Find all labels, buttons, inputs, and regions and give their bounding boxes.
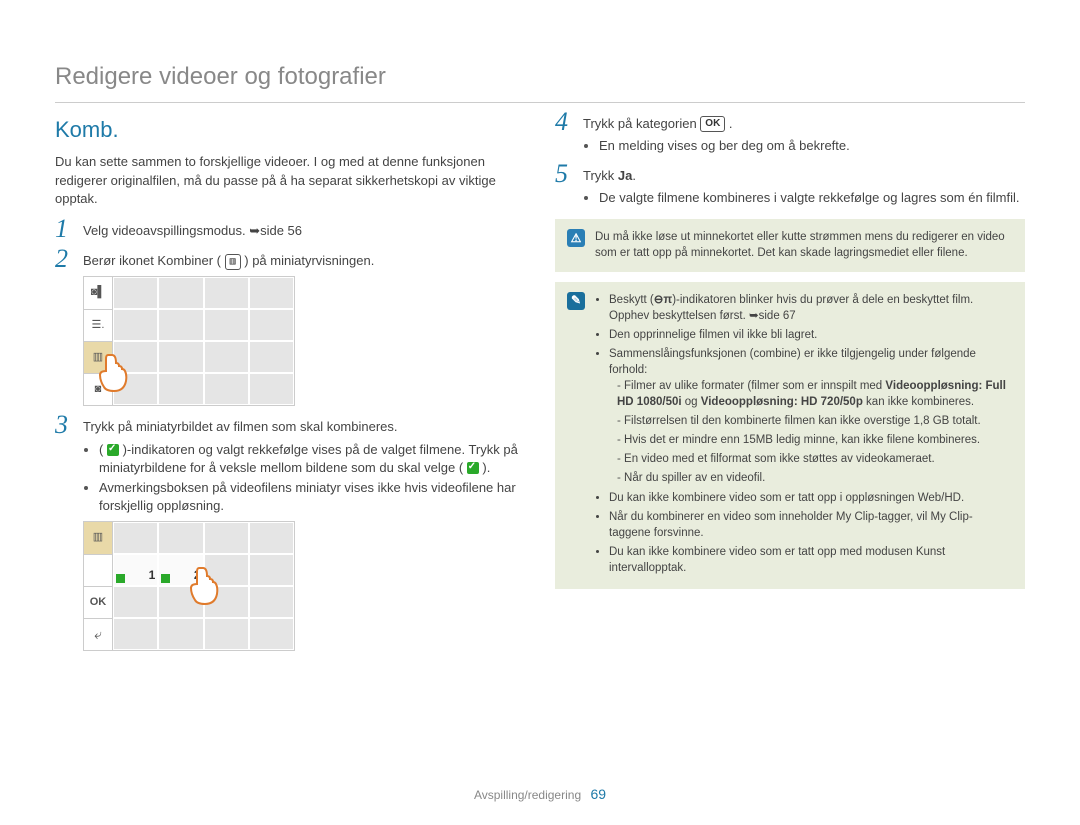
info-sub-unsupported: En video med et filformat som ikke støtt…	[617, 451, 1013, 467]
info-sub-format: Filmer av ulike formater (filmer som er …	[617, 378, 1013, 410]
info-icon: ✎	[567, 292, 585, 310]
warning-text: Du må ikke løse ut minnekortet eller kut…	[595, 229, 1013, 261]
screenshot-2-grid: 1 2	[113, 522, 294, 650]
selected-number-1: 1	[149, 567, 156, 584]
step-2: Berør ikonet Kombiner ( ▥ ) på miniatyrv…	[55, 252, 525, 406]
info-item-combine-na: Sammenslåingsfunksjonen (combine) er ikk…	[609, 346, 1013, 487]
step-3: Trykk på miniatyrbildet av filmen som sk…	[55, 418, 525, 651]
info-content: Beskytt (⊖π)-indikatoren blinker hvis du…	[595, 292, 1013, 580]
screenshot-1-sidebar: ◙▌ ☰. ▥ ◙	[84, 277, 113, 405]
page-number: 69	[590, 786, 606, 802]
selected-indicator	[116, 574, 125, 583]
step-2-text-b: ) på miniatyrvisningen.	[244, 253, 374, 268]
step-3-sub-b: Avmerkingsboksen på videofilens miniatyr…	[99, 479, 525, 515]
step-3-lead: Trykk på miniatyrbildet av filmen som sk…	[83, 419, 398, 434]
intro-text: Du kan sette sammen to forskjellige vide…	[55, 153, 525, 208]
screenshot-1-grid	[113, 277, 294, 405]
info-sub-playing: Når du spiller av en videofil.	[617, 470, 1013, 486]
ja-label: Ja	[618, 168, 632, 183]
screenshot-2-sidebar: ▥ OK ⤶	[84, 522, 113, 650]
screenshot-1: ◙▌ ☰. ▥ ◙	[83, 276, 295, 406]
check-icon	[107, 444, 119, 456]
step-list-continued: Trykk på kategorien OK . En melding vise…	[555, 115, 1025, 208]
info-item-art: Du kan ikke kombinere video som er tatt …	[609, 544, 1013, 576]
step-1: Velg videoavspillingsmodus. ➥side 56	[55, 222, 525, 240]
screenshot-2: ▥ OK ⤶ 1	[83, 521, 295, 651]
sidebar-camera-icon: ◙▌	[84, 277, 112, 308]
step-list: Velg videoavspillingsmodus. ➥side 56 Ber…	[55, 222, 525, 651]
sidebar-spacer	[84, 554, 112, 586]
step-3-sub-a: ( )-indikatoren og valgt rekkefølge vise…	[99, 441, 525, 477]
page-title: Redigere videoer og fotografier	[55, 60, 1025, 103]
step-3-sublist: ( )-indikatoren og valgt rekkefølge vise…	[83, 441, 525, 516]
sidebar-ok-button: OK	[84, 586, 112, 618]
right-column: Trykk på kategorien OK . En melding vise…	[555, 115, 1025, 664]
info-item-webhd: Du kan ikke kombinere video som er tatt …	[609, 490, 1013, 506]
selected-indicator-2	[161, 574, 170, 583]
info-sub-size: Filstørrelsen til den kombinerte filmen …	[617, 413, 1013, 429]
sidebar-combine-icon-2: ▥	[84, 522, 112, 553]
warning-icon: ⚠	[567, 229, 585, 247]
sidebar-combine-icon: ▥	[84, 341, 112, 373]
two-column-layout: Komb. Du kan sette sammen to forskjellig…	[55, 115, 1025, 664]
left-column: Komb. Du kan sette sammen to forskjellig…	[55, 115, 525, 664]
step-4: Trykk på kategorien OK . En melding vise…	[555, 115, 1025, 155]
step-4-sub: En melding vises og ber deg om å bekreft…	[599, 137, 1025, 155]
sidebar-back-button: ⤶	[84, 618, 112, 650]
page: Redigere videoer og fotografier Komb. Du…	[0, 0, 1080, 825]
info-sublist: Filmer av ulike formater (filmer som er …	[609, 378, 1013, 487]
step-4-sublist: En melding vises og ber deg om å bekreft…	[583, 137, 1025, 155]
step-1-text: Velg videoavspillingsmodus. ➥side 56	[83, 223, 302, 238]
check-icon-2	[467, 462, 479, 474]
info-item-original: Den opprinnelige filmen vil ikke bli lag…	[609, 327, 1013, 343]
selected-number-2: 2	[194, 567, 201, 584]
step-5-sub: De valgte filmene kombineres i valgte re…	[599, 189, 1025, 207]
sidebar-camcorder-icon: ◙	[84, 373, 112, 405]
page-footer: Avspilling/redigering 69	[0, 785, 1080, 805]
sidebar-movie-icon: ☰.	[84, 309, 112, 341]
step-5-sublist: De valgte filmene kombineres i valgte re…	[583, 189, 1025, 207]
info-item-myclip: Når du kombinerer en video som inneholde…	[609, 509, 1013, 541]
footer-section: Avspilling/redigering	[474, 788, 581, 802]
warning-note: ⚠ Du må ikke løse ut minnekortet eller k…	[555, 219, 1025, 271]
ok-icon: OK	[700, 116, 725, 132]
info-list: Beskytt (⊖π)-indikatoren blinker hvis du…	[595, 292, 1013, 577]
info-item-protect: Beskytt (⊖π)-indikatoren blinker hvis du…	[609, 292, 1013, 324]
protect-icon: ⊖π	[654, 294, 672, 306]
info-sub-mem: Hvis det er mindre enn 15MB ledig minne,…	[617, 432, 1013, 448]
info-note: ✎ Beskytt (⊖π)-indikatoren blinker hvis …	[555, 282, 1025, 590]
section-title: Komb.	[55, 115, 525, 146]
combine-icon: ▥	[225, 254, 241, 270]
step-5: Trykk Ja. De valgte filmene kombineres i…	[555, 167, 1025, 207]
step-2-text-a: Berør ikonet Kombiner (	[83, 253, 225, 268]
